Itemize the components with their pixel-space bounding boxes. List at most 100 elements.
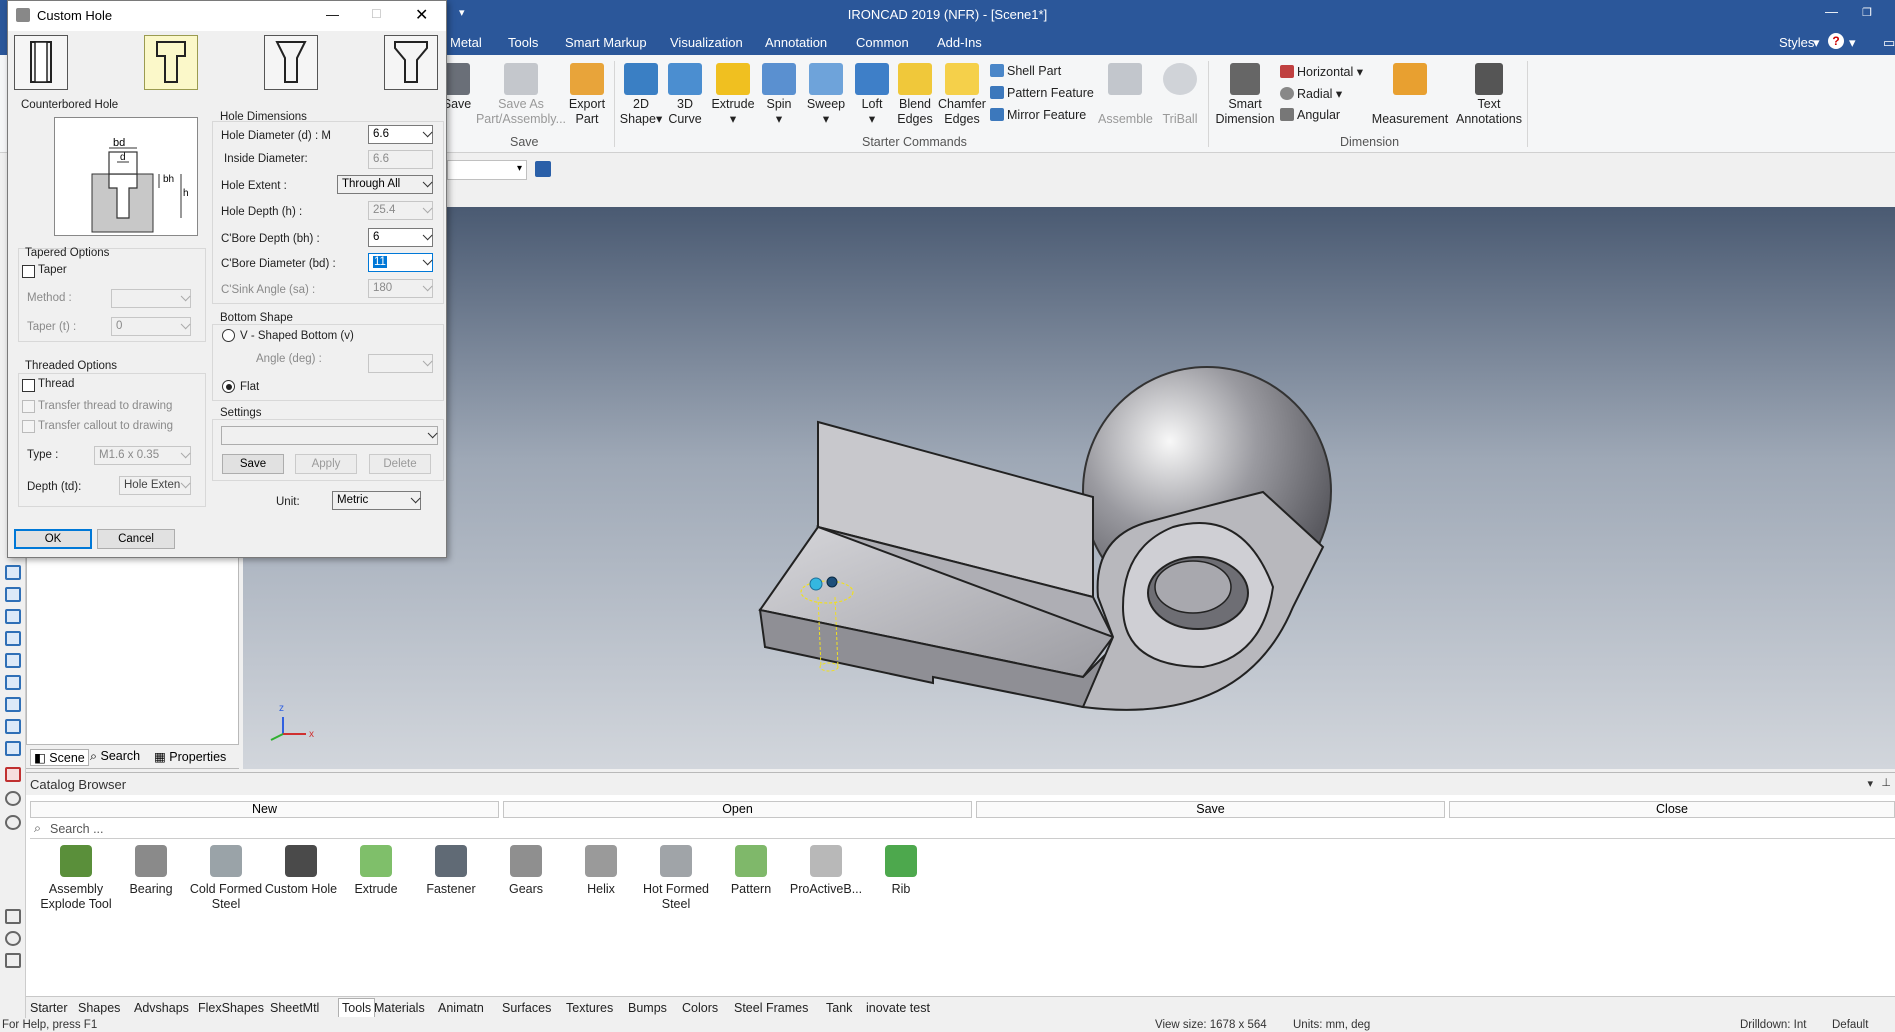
menu-add-ins[interactable]: Add-Ins: [937, 35, 982, 50]
part-model[interactable]: [758, 366, 1332, 711]
status-default[interactable]: Default: [1832, 1019, 1868, 1031]
status-drilldown[interactable]: Drilldown: Int: [1740, 1019, 1806, 1031]
tab-scene[interactable]: ◧ Scene: [30, 749, 89, 766]
ribbon-options-icon[interactable]: ▭: [1883, 35, 1895, 51]
cancel-button[interactable]: Cancel: [97, 529, 175, 549]
cbore-depth-field[interactable]: 6: [368, 228, 433, 247]
restore-icon[interactable]: ❐: [1862, 6, 1872, 19]
catalog-item[interactable]: Cold Formed Steel: [188, 845, 264, 912]
inside-diameter-field[interactable]: 6.6: [368, 150, 433, 169]
catalog-open-button[interactable]: Open: [503, 801, 972, 818]
styles-menu[interactable]: Styles: [1779, 35, 1814, 50]
help-icon[interactable]: ?: [1828, 33, 1844, 49]
tool-icon[interactable]: [5, 791, 21, 806]
sweep-button[interactable]: Sweep ▾: [802, 63, 850, 127]
2d-shape-button[interactable]: 2D Shape▾: [618, 63, 664, 127]
pattern-feature-button[interactable]: Pattern Feature: [990, 86, 1094, 100]
flat-bottom-radio[interactable]: [222, 380, 235, 393]
catalog-item[interactable]: Rib: [863, 845, 939, 897]
mirror-feature-button[interactable]: Mirror Feature: [990, 108, 1086, 122]
tool-icon[interactable]: [5, 909, 21, 924]
catalog-tab[interactable]: FlexShapes: [198, 1001, 264, 1015]
tool-icon[interactable]: [5, 653, 21, 668]
thread-checkbox[interactable]: [22, 379, 35, 392]
catalog-tab[interactable]: Steel Frames: [734, 1001, 808, 1015]
horizontal-dimension-button[interactable]: Horizontal ▾: [1280, 64, 1363, 79]
catalog-tab[interactable]: Advshaps: [134, 1001, 189, 1015]
selection-filter-combo[interactable]: ▾: [447, 160, 527, 180]
catalog-item[interactable]: Hot Formed Steel: [638, 845, 714, 912]
assemble-button[interactable]: Assemble: [1098, 63, 1153, 127]
blend-edges-button[interactable]: Blend Edges: [893, 63, 937, 127]
v-shaped-bottom-radio[interactable]: [222, 329, 235, 342]
3d-viewport[interactable]: z x: [243, 207, 1895, 769]
menu-tools[interactable]: Tools: [508, 35, 538, 50]
tool-icon[interactable]: [5, 741, 21, 756]
transfer-callout-checkbox[interactable]: [22, 420, 35, 433]
catalog-item[interactable]: Pattern: [713, 845, 789, 897]
smart-dimension-button[interactable]: Smart Dimension: [1214, 63, 1276, 127]
save-as-button[interactable]: Save As Part/Assembly...: [475, 63, 567, 127]
catalog-tab[interactable]: Colors: [682, 1001, 718, 1015]
menu-smart-markup[interactable]: Smart Markup: [565, 35, 647, 50]
tapered-hole-button[interactable]: [384, 35, 438, 90]
tool-icon[interactable]: [5, 767, 21, 782]
tool-icon[interactable]: [5, 931, 21, 946]
catalog-item[interactable]: Fastener: [413, 845, 489, 897]
catalog-new-button[interactable]: New: [30, 801, 499, 818]
hole-diameter-field[interactable]: 6.6: [368, 125, 433, 144]
extrude-button[interactable]: Extrude ▾: [708, 63, 758, 127]
catalog-tab[interactable]: Materials: [374, 1001, 425, 1015]
catalog-tab[interactable]: Surfaces: [502, 1001, 551, 1015]
tool-icon[interactable]: [5, 675, 21, 690]
tool-icon[interactable]: [5, 719, 21, 734]
shell-part-button[interactable]: Shell Part: [990, 64, 1061, 78]
cbore-diameter-field[interactable]: 11: [368, 253, 433, 272]
dialog-close-icon[interactable]: ✕: [415, 5, 428, 25]
unit-select[interactable]: Metric: [332, 491, 421, 510]
ok-button[interactable]: OK: [14, 529, 92, 549]
catalog-menu-icon[interactable]: ▾: [1867, 777, 1873, 790]
catalog-tab[interactable]: Tank: [826, 1001, 852, 1015]
tool-icon[interactable]: [5, 697, 21, 712]
tab-properties[interactable]: ▦ Properties: [154, 749, 226, 764]
tool-icon[interactable]: [5, 587, 21, 602]
taper-value-field[interactable]: 0: [111, 317, 191, 336]
pin-icon[interactable]: ⊥: [1881, 776, 1891, 789]
radial-dimension-button[interactable]: Radial ▾: [1280, 86, 1342, 101]
text-annotations-button[interactable]: Text Annotations: [1451, 63, 1527, 127]
tool-icon[interactable]: [5, 815, 21, 830]
spin-button[interactable]: Spin ▾: [757, 63, 801, 127]
catalog-tab[interactable]: Textures: [566, 1001, 613, 1015]
chamfer-edges-button[interactable]: Chamfer Edges: [937, 63, 987, 127]
tool-icon[interactable]: [5, 953, 21, 968]
menu-annotation[interactable]: Annotation: [765, 35, 827, 50]
thread-depth-select[interactable]: Hole Exten: [119, 476, 191, 495]
3d-curve-button[interactable]: 3D Curve: [664, 63, 706, 127]
catalog-tab[interactable]: Starter: [30, 1001, 68, 1015]
csink-angle-field[interactable]: 180: [368, 279, 433, 298]
catalog-tab[interactable]: Tools: [338, 998, 376, 1017]
minimize-icon[interactable]: —: [1825, 4, 1838, 19]
catalog-close-button[interactable]: Close: [1449, 801, 1895, 818]
loft-button[interactable]: Loft ▾: [852, 63, 892, 127]
catalog-save-button[interactable]: Save: [976, 801, 1445, 818]
triball-button[interactable]: TriBall: [1157, 63, 1203, 127]
menu-visualization[interactable]: Visualization: [670, 35, 743, 50]
settings-delete-button[interactable]: Delete: [369, 454, 431, 474]
counterbored-hole-button[interactable]: [144, 35, 198, 90]
menu-metal[interactable]: Metal: [450, 35, 482, 50]
countersunk-hole-button[interactable]: [264, 35, 318, 90]
bottom-angle-field[interactable]: [368, 354, 433, 373]
menu-common[interactable]: Common: [856, 35, 909, 50]
tool-icon[interactable]: [5, 609, 21, 624]
catalog-item[interactable]: Gears: [488, 845, 564, 897]
catalog-item[interactable]: Helix: [563, 845, 639, 897]
measurement-button[interactable]: Measurement: [1370, 63, 1450, 127]
settings-apply-button[interactable]: Apply: [295, 454, 357, 474]
hole-extent-select[interactable]: Through All: [337, 175, 433, 194]
quick-access-dropdown-icon[interactable]: ▾: [459, 6, 465, 19]
export-part-button[interactable]: Export Part: [566, 63, 608, 127]
styles-dropdown-icon[interactable]: ▾: [1813, 35, 1820, 51]
catalog-search-input[interactable]: ⌕ Search ...: [30, 819, 1895, 839]
